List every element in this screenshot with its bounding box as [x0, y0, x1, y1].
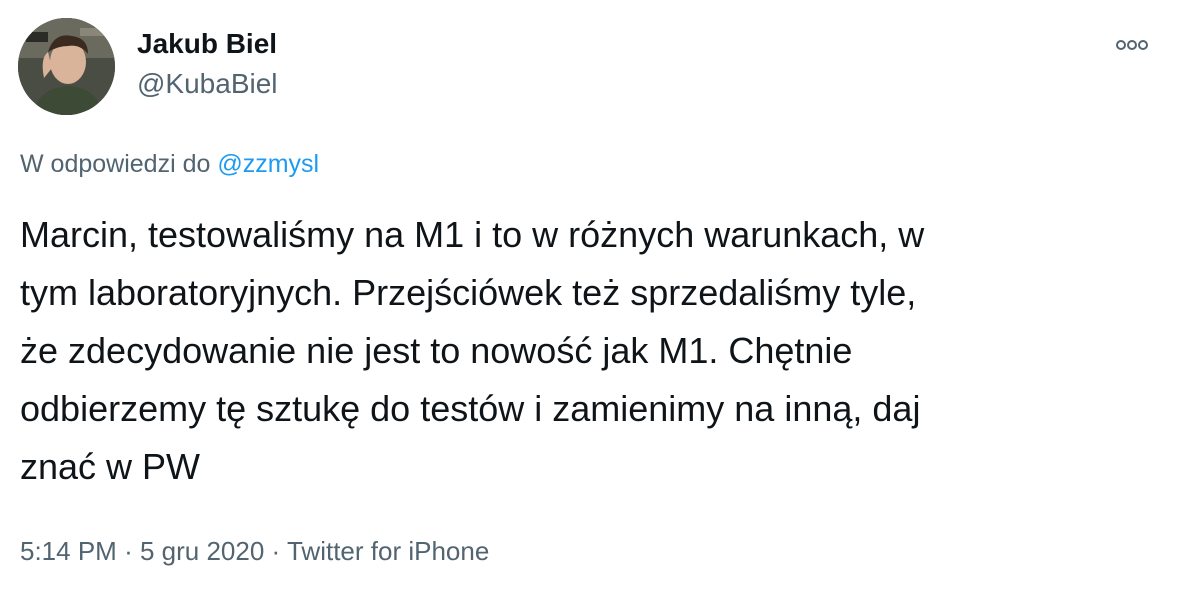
author-name[interactable]: Jakub Biel [137, 28, 277, 60]
tweet-text-line: tym laboratoryjnych. Przejściówek też sp… [20, 272, 917, 313]
tweet-time[interactable]: 5:14 PM [20, 536, 117, 566]
reply-prefix: W odpowiedzi do [20, 150, 211, 178]
tweet-text-line: odbierzemy tę sztukę do testów i zamieni… [20, 388, 921, 429]
tweet-card: Jakub Biel @KubaBiel W odpowiedzi do @zz… [0, 0, 1178, 596]
reply-mention-link[interactable]: @zzmysl [217, 150, 319, 178]
avatar-photo-icon [18, 18, 115, 115]
tweet-text-line: że zdecydowanie nie jest to nowość jak M… [20, 330, 853, 371]
tweet-meta: 5:14 PM · 5 gru 2020 · Twitter for iPhon… [20, 536, 489, 567]
meta-separator: · [271, 536, 281, 566]
reply-context: W odpowiedzi do @zzmysl [20, 150, 319, 179]
tweet-text-line: Marcin, testowaliśmy na M1 i to w różnyc… [20, 214, 925, 255]
tweet-source-link[interactable]: Twitter for iPhone [287, 536, 489, 566]
more-options-button[interactable] [1110, 32, 1154, 58]
author-handle[interactable]: @KubaBiel [137, 68, 278, 100]
tweet-text: Marcin, testowaliśmy na M1 i to w różnyc… [20, 206, 1150, 496]
meta-separator: · [124, 536, 133, 566]
avatar[interactable] [18, 18, 115, 115]
tweet-text-line: znać w PW [20, 446, 201, 487]
tweet-date[interactable]: 5 gru 2020 [140, 536, 264, 566]
more-horizontal-icon [1116, 40, 1148, 50]
